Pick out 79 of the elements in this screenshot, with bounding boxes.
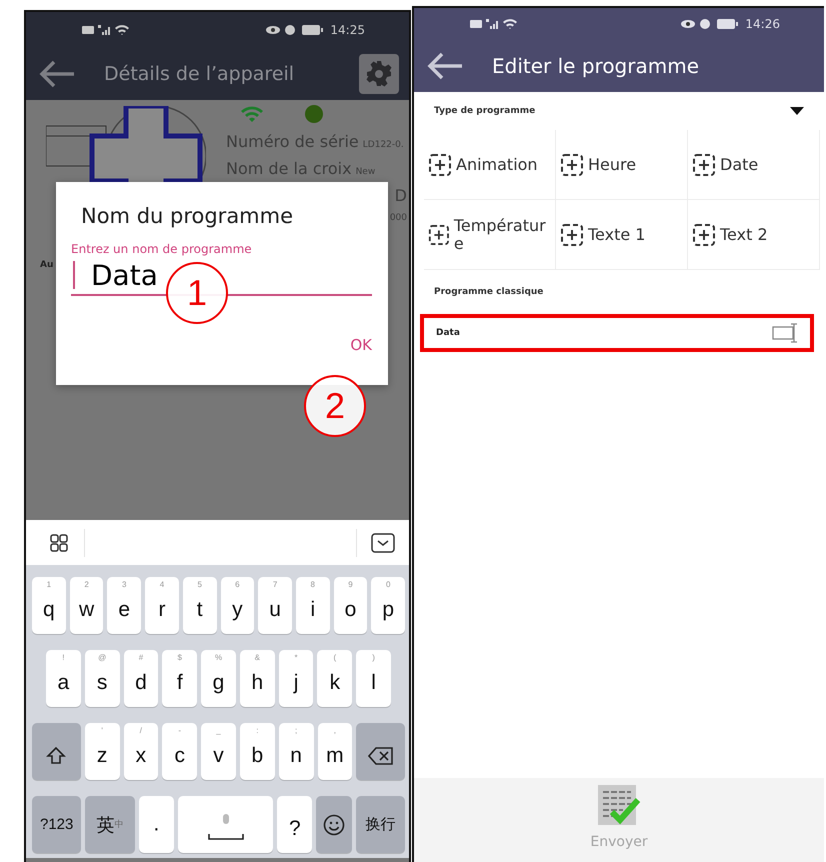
keyboard-key[interactable]: & h [240, 650, 275, 707]
wifi-icon [240, 105, 264, 123]
keyboard-key[interactable]: 4 r [145, 577, 179, 634]
back-arrow-icon[interactable] [38, 59, 76, 89]
keyboard-key[interactable]: 5 t [182, 577, 217, 634]
backspace-icon [368, 746, 394, 764]
dashed-plus-icon [560, 152, 584, 176]
keyboard-key[interactable]: _ v [201, 723, 236, 780]
status-icons-right [266, 24, 324, 36]
keyboard-key[interactable]: ! a [46, 650, 81, 707]
info-label: Numéro de série [226, 132, 359, 151]
dashed-plus-icon [692, 152, 716, 176]
keyboard-key[interactable]: ( k [317, 650, 352, 707]
keyboard-key[interactable]: ? [277, 796, 312, 853]
program-type-button[interactable]: Températur e [424, 200, 556, 270]
info-value: 000 [390, 213, 407, 223]
side-label: Au [40, 260, 54, 270]
step-number-annotation: 2 [304, 375, 366, 437]
program-row[interactable]: Data [420, 314, 814, 352]
status-icons-right [681, 18, 740, 30]
dashed-plus-icon [692, 222, 716, 246]
screen-title: Détails de l’appareil [104, 63, 296, 85]
info-label: Nom de la croix [226, 159, 352, 178]
settings-icon[interactable] [359, 54, 399, 94]
info-value: LD122-0. [362, 140, 404, 150]
dashed-plus-icon [428, 222, 450, 246]
shift-icon [46, 746, 66, 766]
keyboard-key[interactable]: 3 e [107, 577, 142, 634]
shift-key[interactable] [32, 723, 81, 780]
info-value: New [356, 167, 376, 177]
section-label: Programme classique [434, 287, 544, 297]
grid-icon[interactable] [50, 534, 68, 552]
keyboard-key[interactable]: @ s [84, 650, 120, 707]
keyboard-key[interactable]: % g [201, 650, 236, 707]
program-type-button[interactable]: Text 2 [688, 200, 820, 270]
info-value: D [394, 186, 407, 205]
keyboard-key[interactable]: - c [162, 723, 198, 780]
keyboard-key[interactable]: ?123 [32, 796, 82, 853]
keyboard-key[interactable]: ' z [84, 723, 120, 780]
keyboard-key[interactable]: ) l [356, 650, 392, 707]
keyboard-key[interactable]: : b [240, 723, 275, 780]
keyboard-key[interactable]: * j [278, 650, 314, 707]
keyboard-key[interactable]: 换行 [356, 796, 406, 853]
backspace-key[interactable] [356, 723, 406, 780]
keyboard-key[interactable]: $ f [162, 650, 198, 707]
program-type-button[interactable]: Animation [424, 130, 556, 200]
screen-title: Editer le programme [492, 54, 699, 78]
keyboard-key[interactable]: 6 y [220, 577, 254, 634]
keyboard-key[interactable]: 8 i [296, 577, 330, 634]
back-arrow-icon[interactable] [426, 51, 464, 81]
status-time: 14:25 [330, 23, 365, 37]
emoji-key[interactable] [316, 796, 352, 853]
program-type-button[interactable]: Date [688, 130, 820, 200]
dropdown-arrow-icon[interactable] [790, 106, 804, 116]
keyboard-key[interactable]: 2 w [70, 577, 104, 634]
status-time: 14:26 [745, 17, 780, 31]
keyboard-key[interactable]: 1 q [32, 577, 66, 634]
field-label: Entrez un nom de programme [71, 242, 253, 256]
keyboard-key[interactable]: # d [124, 650, 158, 707]
document-check-icon [596, 784, 642, 828]
dashed-plus-icon [560, 222, 584, 246]
keyboard-key[interactable]: · [138, 796, 174, 853]
dashed-plus-icon [428, 152, 452, 176]
ok-button[interactable]: OK [350, 332, 372, 358]
keyboard-key[interactable]: 7 u [258, 577, 292, 634]
collapse-keyboard-icon[interactable] [371, 532, 395, 552]
keyboard-key[interactable]: 9 o [334, 577, 368, 634]
section-label: Type de programme [434, 106, 536, 116]
keyboard-key[interactable]: / x [124, 723, 158, 780]
program-type-button[interactable]: Texte 1 [556, 200, 688, 270]
program-type-button[interactable]: Heure [556, 130, 688, 200]
keyboard-key[interactable]: ; n [278, 723, 314, 780]
emoji-icon [323, 814, 346, 836]
program-name: Data [436, 328, 460, 338]
keyboard-key[interactable]: 0 p [371, 577, 406, 634]
edit-field-icon[interactable] [772, 323, 798, 343]
status-dot-icon [304, 104, 324, 124]
dialog-title: Nom du programme [81, 204, 294, 228]
keyboard-key[interactable]: , m [318, 723, 352, 780]
